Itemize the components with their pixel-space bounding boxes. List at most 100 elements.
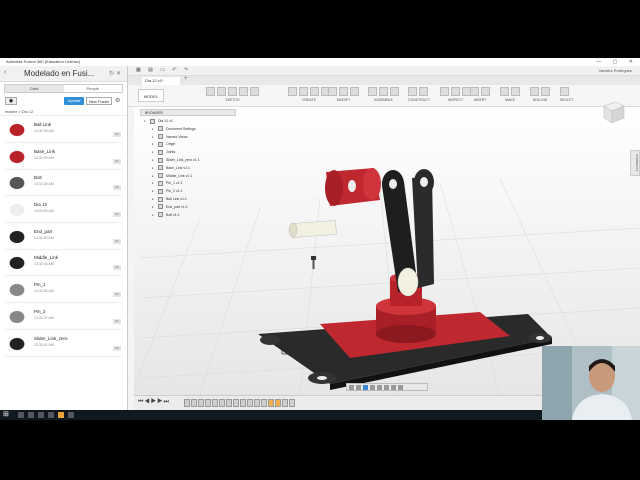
look-at-icon[interactable]	[363, 384, 368, 390]
tab-data[interactable]: Data	[5, 85, 64, 92]
browser-node[interactable]: ▸ Document Settings	[144, 126, 264, 134]
ribbon-group-modify[interactable]: MODIFY	[328, 87, 359, 105]
file-version-badge[interactable]: V1	[113, 212, 121, 218]
browser-node[interactable]: ▸ Named Views	[144, 134, 264, 142]
ribbon-tool-icon[interactable]	[379, 87, 388, 96]
file-list-item[interactable]: End_part 12:32:30 AM V1	[4, 224, 123, 250]
ribbon-group-insert[interactable]: INSERT	[470, 87, 490, 105]
browser-node[interactable]: ▸ Pin_2 v1:1	[144, 188, 264, 196]
visibility-icon[interactable]	[158, 188, 163, 194]
gear-icon[interactable]: ⚙	[115, 97, 120, 104]
timeline-features[interactable]	[184, 399, 295, 407]
fit-icon[interactable]	[377, 384, 382, 390]
ribbon-tool-icon[interactable]	[288, 87, 297, 96]
timeline-feature[interactable]	[282, 399, 288, 407]
refresh-and-close-icons[interactable]: ↻✕	[109, 70, 123, 77]
timeline-feature[interactable]	[184, 399, 190, 407]
ribbon-tool-icon[interactable]	[217, 87, 226, 96]
ribbon-tool-icon[interactable]	[408, 87, 417, 96]
visibility-icon[interactable]	[150, 118, 155, 124]
ribbon-group-sketch[interactable]: SKETCH	[206, 87, 259, 105]
taskbar-app-icon[interactable]	[48, 412, 54, 418]
file-list-item[interactable]: Pin_2 12:32:37 AM V1	[4, 304, 123, 330]
ribbon-tool-icon[interactable]	[328, 87, 337, 96]
timeline-feature[interactable]	[275, 399, 281, 407]
pan-icon[interactable]	[356, 384, 361, 390]
ribbon-tool-icon[interactable]	[239, 87, 248, 96]
visibility-icon[interactable]	[158, 126, 163, 132]
ribbon-tool-icon[interactable]	[481, 87, 490, 96]
new-tab-icon[interactable]: +	[184, 76, 188, 82]
ribbon-tool-icon[interactable]	[560, 87, 569, 96]
file-list-item[interactable]: Middle_Link 12:32:43 AM V1	[4, 251, 123, 277]
file-version-badge[interactable]: V1	[113, 292, 121, 298]
file-version-badge[interactable]: V1	[113, 345, 121, 351]
browser-node[interactable]: ▸ End_part v1:1	[144, 204, 264, 212]
file-list-item[interactable]: Slider_Link_zero 12:32:41 AM V1	[4, 331, 123, 357]
file-version-badge[interactable]: V1	[113, 132, 121, 137]
quick-access-icons[interactable]: ▦ ▤ ▭ ↶ ↷	[136, 67, 191, 73]
timeline-feature[interactable]	[240, 399, 246, 407]
view-toggle-icon[interactable]: ◉	[5, 97, 17, 105]
file-list-item[interactable]: Ball Link 12:32:39 AM V1	[4, 118, 123, 143]
ribbon-tool-icon[interactable]	[500, 87, 509, 96]
browser-header[interactable]: BROWSER	[140, 109, 236, 116]
visibility-icon[interactable]	[158, 196, 163, 202]
ribbon-group-assemble[interactable]: ASSEMBLE	[368, 87, 399, 105]
visibility-icon[interactable]	[158, 165, 163, 171]
ribbon-tool-icon[interactable]	[206, 87, 215, 96]
timeline-feature[interactable]	[198, 399, 204, 407]
display-settings-icon[interactable]	[384, 384, 389, 390]
back-icon[interactable]: ‹	[4, 69, 6, 76]
comments-panel-toggle[interactable]: COMMENTS	[630, 150, 640, 176]
timeline-feature[interactable]	[254, 399, 260, 407]
view-cube[interactable]	[598, 96, 628, 126]
ribbon-tool-icon[interactable]	[228, 87, 237, 96]
timeline-feature[interactable]	[261, 399, 267, 407]
ribbon-tool-icon[interactable]	[350, 87, 359, 96]
timeline-feature[interactable]	[268, 399, 274, 407]
ribbon-tool-icon[interactable]	[511, 87, 520, 96]
file-version-badge[interactable]: V1	[113, 318, 121, 324]
visibility-icon[interactable]	[158, 149, 163, 155]
ribbon-group-make[interactable]: MAKE	[500, 87, 520, 105]
ribbon-group-construct[interactable]: CONSTRUCT	[408, 87, 430, 105]
timeline-feature[interactable]	[191, 399, 197, 407]
taskbar-app-icon[interactable]	[38, 412, 44, 418]
taskbar-app-icon[interactable]	[58, 412, 64, 418]
file-list-item[interactable]: Dia 12 12:53:00 AM V1	[4, 198, 123, 224]
taskbar-app-icon[interactable]	[18, 412, 24, 418]
grid-settings-icon[interactable]	[391, 384, 396, 390]
zoom-icon[interactable]	[370, 384, 375, 390]
timeline-playback-controls[interactable]: ⏮◀▶▶⏭	[138, 399, 170, 406]
visibility-icon[interactable]	[158, 204, 163, 210]
start-button-icon[interactable]: ⊞	[3, 411, 11, 419]
breadcrumb[interactable]: master > Dia 12	[0, 108, 127, 116]
browser-node[interactable]: ▸ Origin	[144, 141, 264, 149]
tab-people[interactable]: People	[64, 85, 123, 92]
visibility-icon[interactable]	[158, 134, 163, 140]
viewports-icon[interactable]	[398, 384, 403, 390]
browser-node[interactable]: ▸ Ball Link v1:1	[144, 196, 264, 204]
file-version-badge[interactable]: V1	[113, 185, 121, 191]
timeline-feature[interactable]	[219, 399, 225, 407]
browser-node[interactable]: ▸ Slider_Link_zero v1:1	[144, 157, 264, 165]
user-name[interactable]: Vanales Rodriguez	[598, 68, 632, 73]
visibility-icon[interactable]	[158, 141, 163, 147]
file-version-badge[interactable]: V1	[113, 238, 121, 244]
ribbon-tool-icon[interactable]	[299, 87, 308, 96]
timeline-feature[interactable]	[233, 399, 239, 407]
ribbon-group-add-ins[interactable]: ADD-INS	[530, 87, 550, 105]
ball-link[interactable]	[325, 168, 381, 206]
pin-floating[interactable]	[288, 220, 337, 238]
browser-node[interactable]: ▸ Bolt v1:1	[144, 212, 264, 220]
ribbon-tool-icon[interactable]	[470, 87, 479, 96]
file-list-item[interactable]: Base_Link 12:32:29 AM V1	[4, 144, 123, 170]
visibility-icon[interactable]	[158, 173, 163, 179]
ribbon-tool-icon[interactable]	[541, 87, 550, 96]
browser-node[interactable]: ▸ Joints	[144, 149, 264, 157]
ribbon-tool-icon[interactable]	[250, 87, 259, 96]
visibility-icon[interactable]	[158, 180, 163, 186]
file-list-item[interactable]: Bolt 12:32:25 AM V1	[4, 171, 123, 197]
orbit-icon[interactable]	[349, 384, 354, 390]
